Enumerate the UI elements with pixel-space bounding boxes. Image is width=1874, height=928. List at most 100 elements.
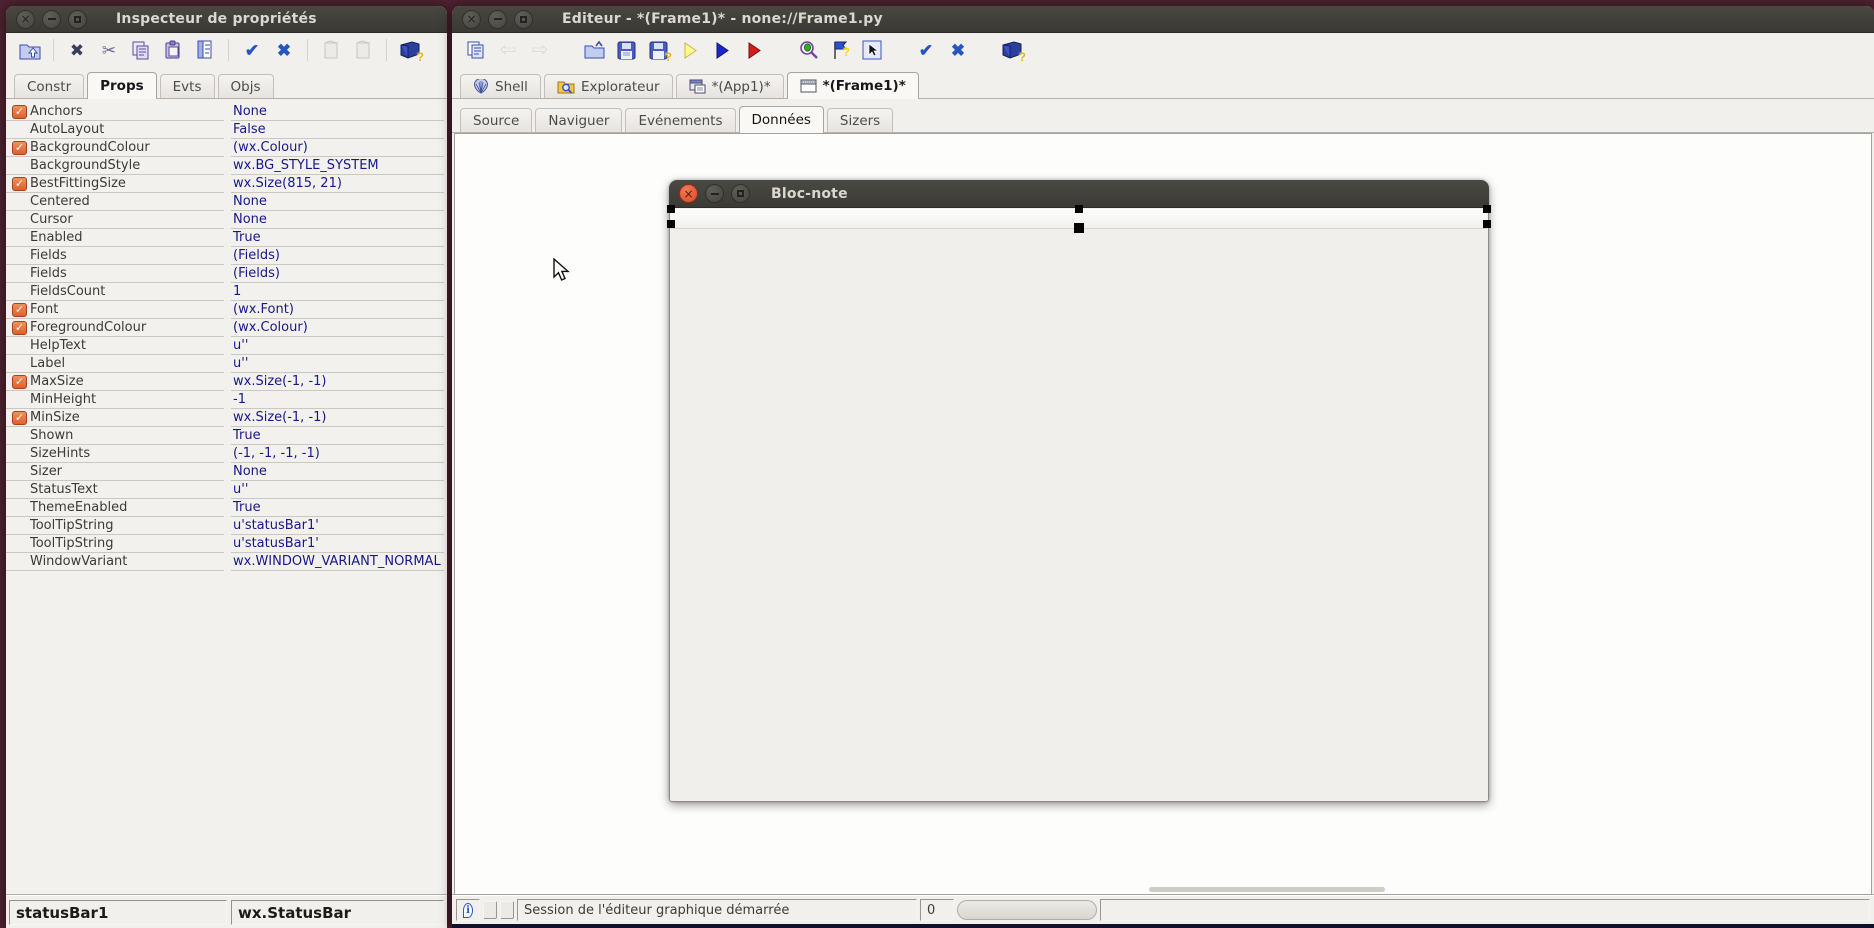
history-back-button[interactable]: ⇦ <box>496 37 520 63</box>
property-row[interactable]: ✓ ToolTipString u'statusBar1' <box>6 517 447 535</box>
property-value[interactable]: (Fields) <box>231 247 444 265</box>
property-row[interactable]: ✓ Fields (Fields) <box>6 265 447 283</box>
paste-button[interactable] <box>161 37 185 63</box>
property-value[interactable]: None <box>231 193 444 211</box>
status-mini-button-1[interactable] <box>483 901 497 919</box>
selection-handle-top-right[interactable] <box>1483 205 1491 213</box>
property-row[interactable]: ✓ MinHeight -1 <box>6 391 447 409</box>
inspector-titlebar[interactable]: × Inspecteur de propriétés <box>6 6 447 33</box>
property-value[interactable]: True <box>231 229 444 247</box>
tab-evts[interactable]: Evts <box>160 74 215 98</box>
apply-button[interactable]: ✔ <box>240 37 264 63</box>
tab-evenements[interactable]: Evénements <box>625 108 735 132</box>
selection-handle-bottom-right[interactable] <box>1483 220 1491 228</box>
property-value[interactable]: u'statusBar1' <box>231 535 444 553</box>
property-row[interactable]: ✓ Anchors None <box>6 103 447 121</box>
selection-handle-bottom-left[interactable] <box>667 220 675 228</box>
property-row[interactable]: ✓ MinSize wx.Size(-1, -1) <box>6 409 447 427</box>
property-row[interactable]: ✓ SizeHints (-1, -1, -1, -1) <box>6 445 447 463</box>
tab-explorateur[interactable]: Explorateur <box>544 74 673 98</box>
frame-minimize-button[interactable] <box>705 184 724 203</box>
property-row[interactable]: ✓ Label u'' <box>6 355 447 373</box>
help-button[interactable]: ? <box>398 37 422 63</box>
tab-constr[interactable]: Constr <box>14 74 84 98</box>
property-set-checkbox[interactable]: ✓ <box>12 105 27 119</box>
property-row[interactable]: ✓ BackgroundColour (wx.Colour) <box>6 139 447 157</box>
frame-maximize-button[interactable] <box>731 184 750 203</box>
property-row[interactable]: ✓ Sizer None <box>6 463 447 481</box>
edit-document-button[interactable] <box>193 37 217 63</box>
tab-frame1[interactable]: *(Frame1)* <box>787 72 919 99</box>
property-row[interactable]: ✓ ToolTipString u'statusBar1' <box>6 535 447 553</box>
tab-naviguer[interactable]: Naviguer <box>535 108 622 132</box>
property-row[interactable]: ✓ AutoLayout False <box>6 121 447 139</box>
property-value[interactable]: True <box>231 427 444 445</box>
inspector-minimize-button[interactable] <box>42 10 61 29</box>
property-row[interactable]: ✓ Shown True <box>6 427 447 445</box>
property-value[interactable]: wx.BG_STYLE_SYSTEM <box>231 157 444 175</box>
tab-app1[interactable]: *(App1)* <box>676 74 784 98</box>
property-value[interactable]: -1 <box>231 391 444 409</box>
history-forward-button[interactable]: ⇨ <box>528 37 552 63</box>
property-row[interactable]: ✓ Cursor None <box>6 211 447 229</box>
copy-button[interactable] <box>129 37 153 63</box>
run-step-button[interactable] <box>678 37 702 63</box>
property-set-checkbox[interactable]: ✓ <box>12 321 27 335</box>
frame-designer-button[interactable] <box>860 37 884 63</box>
copy-post-button-disabled[interactable] <box>351 37 375 63</box>
editor-help-button[interactable]: ? <box>1000 37 1024 63</box>
property-row[interactable]: ✓ WindowVariant wx.WINDOW_VARIANT_NORMAL <box>6 553 447 571</box>
selection-handle-top-center[interactable] <box>1075 205 1083 213</box>
canvas-horizontal-scrollbar[interactable] <box>1149 887 1385 892</box>
post-button[interactable]: ✔ <box>914 37 938 63</box>
property-row[interactable]: ✓ BackgroundStyle wx.BG_STYLE_SYSTEM <box>6 157 447 175</box>
cut-button[interactable]: ✂ <box>97 37 121 63</box>
property-value[interactable]: (Fields) <box>231 265 444 283</box>
designer-canvas[interactable]: × Bloc-note <box>454 133 1872 895</box>
editor-maximize-button[interactable] <box>514 10 533 29</box>
tab-sizers[interactable]: Sizers <box>827 108 893 132</box>
property-row[interactable]: ✓ StatusText u'' <box>6 481 447 499</box>
inspector-close-button[interactable]: × <box>16 10 35 29</box>
cut-post-button-disabled[interactable] <box>319 37 343 63</box>
property-value[interactable]: True <box>231 499 444 517</box>
navigate-up-button[interactable] <box>18 37 42 63</box>
property-row[interactable]: ✓ BestFittingSize wx.Size(815, 21) <box>6 175 447 193</box>
tab-props[interactable]: Props <box>87 72 157 99</box>
cancel-button[interactable]: ✖ <box>272 37 296 63</box>
property-row[interactable]: ✓ Fields (Fields) <box>6 247 447 265</box>
property-value[interactable]: u'' <box>231 337 444 355</box>
property-value[interactable]: None <box>231 463 444 481</box>
property-value[interactable]: (wx.Font) <box>231 301 444 319</box>
save-as-button[interactable]: ? <box>646 37 670 63</box>
run-module-button[interactable] <box>742 37 766 63</box>
property-value[interactable]: (-1, -1, -1, -1) <box>231 445 444 463</box>
designed-frame-bloc-note[interactable]: × Bloc-note <box>669 180 1489 802</box>
property-row[interactable]: ✓ Enabled True <box>6 229 447 247</box>
frame-close-button[interactable]: × <box>679 184 698 203</box>
tab-shell[interactable]: Shell <box>460 74 541 98</box>
selection-handle-bottom-center[interactable] <box>1074 223 1084 233</box>
property-row[interactable]: ✓ ForegroundColour (wx.Colour) <box>6 319 447 337</box>
editor-minimize-button[interactable] <box>488 10 507 29</box>
property-set-checkbox[interactable]: ✓ <box>12 375 27 389</box>
debug-button[interactable] <box>796 37 820 63</box>
property-value[interactable]: wx.Size(-1, -1) <box>231 409 444 427</box>
property-row[interactable]: ✓ MaxSize wx.Size(-1, -1) <box>6 373 447 391</box>
property-value[interactable]: wx.Size(-1, -1) <box>231 373 444 391</box>
property-value[interactable]: u'' <box>231 355 444 373</box>
property-value[interactable]: wx.Size(815, 21) <box>231 175 444 193</box>
status-mini-button-2[interactable] <box>500 901 514 919</box>
inspector-maximize-button[interactable] <box>68 10 87 29</box>
open-button[interactable] <box>582 37 606 63</box>
property-value[interactable]: None <box>231 211 444 229</box>
editor-close-button[interactable]: × <box>462 10 481 29</box>
property-row[interactable]: ✓ HelpText u'' <box>6 337 447 355</box>
property-set-checkbox[interactable]: ✓ <box>12 411 27 425</box>
property-row[interactable]: ✓ Font (wx.Font) <box>6 301 447 319</box>
selection-handle-top-left[interactable] <box>667 205 675 213</box>
frame-titlebar[interactable]: × Bloc-note <box>669 180 1489 208</box>
status-info-button[interactable]: i <box>456 899 480 921</box>
property-set-checkbox[interactable]: ✓ <box>12 141 27 155</box>
property-row[interactable]: ✓ FieldsCount 1 <box>6 283 447 301</box>
